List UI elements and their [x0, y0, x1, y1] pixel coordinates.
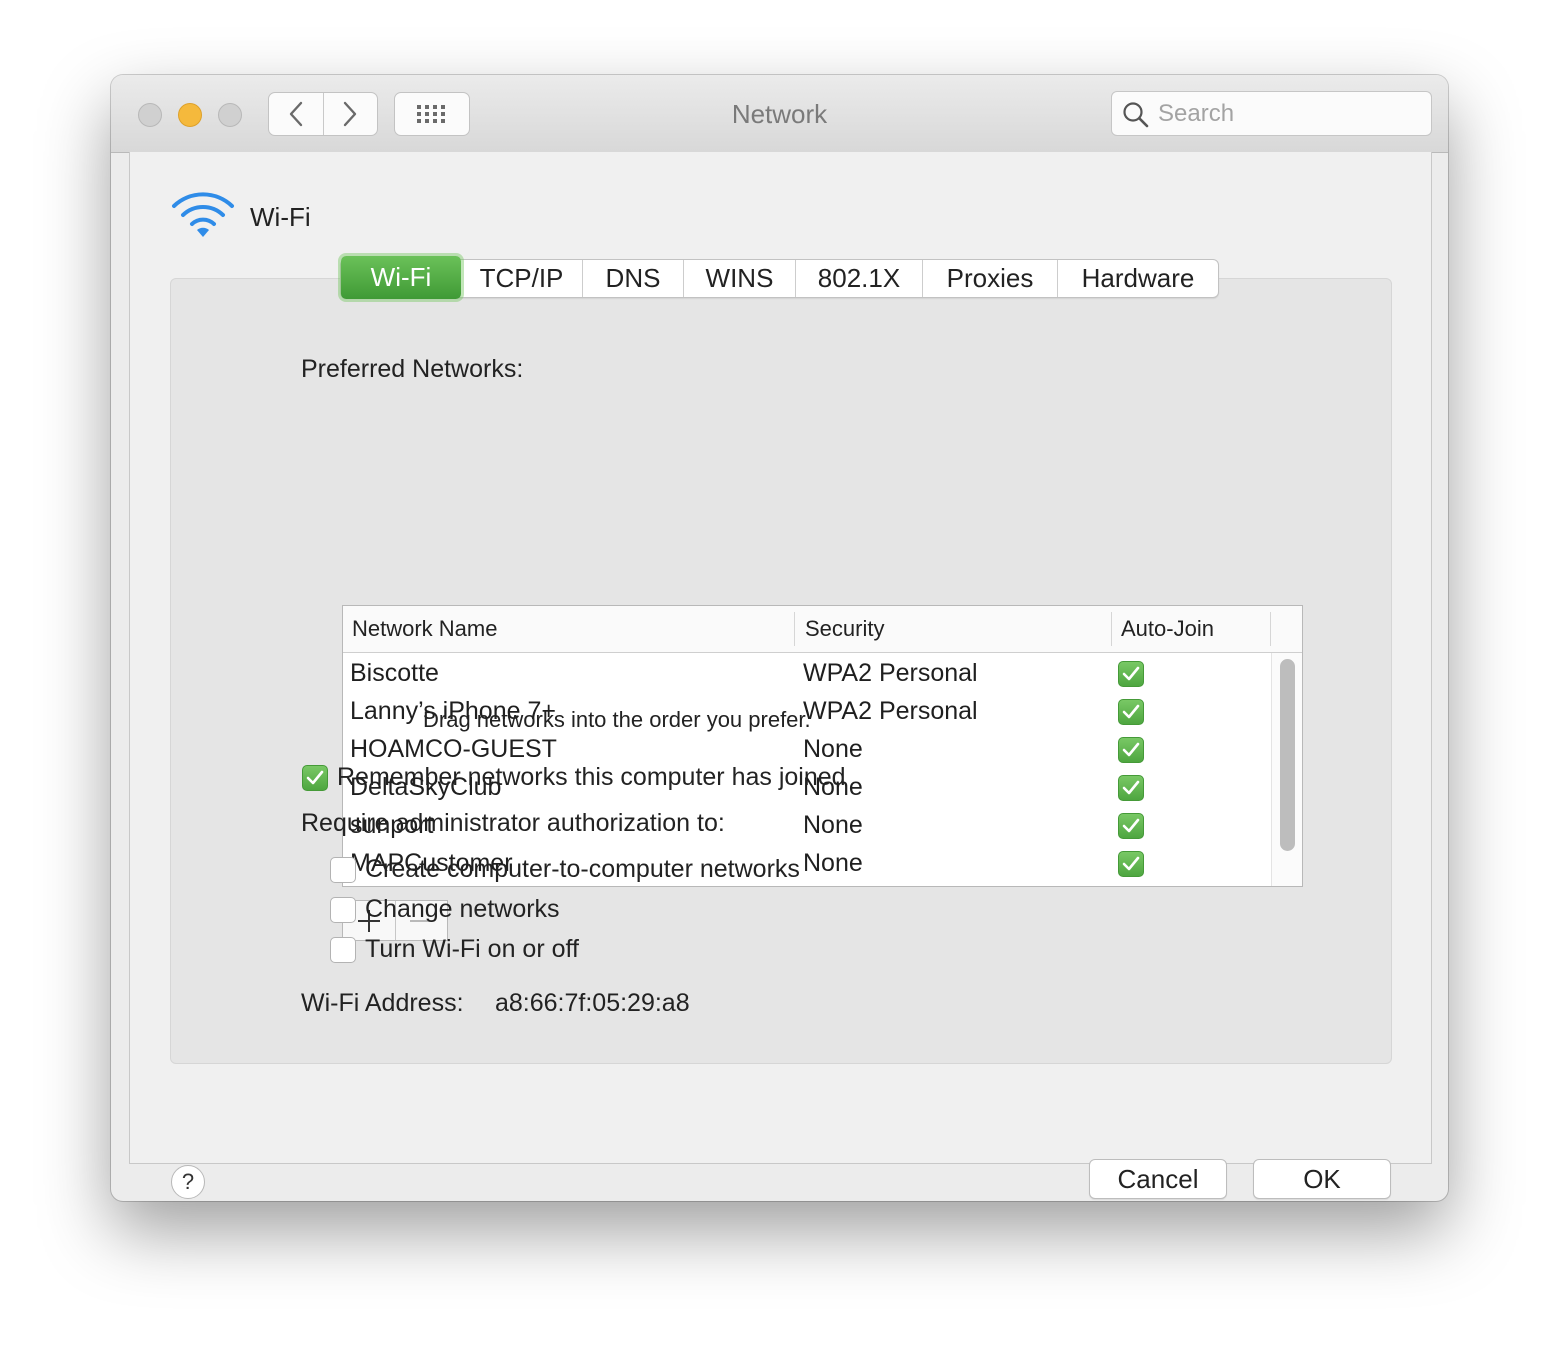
wifi-address-value: a8:66:7f:05:29:a8 — [495, 989, 690, 1017]
network-security: None — [803, 811, 863, 839]
preferred-networks-table[interactable]: Network Name Security Auto-Join Biscotte… — [342, 605, 1303, 887]
title-bar: Network Search — [111, 75, 1448, 153]
network-name: HOAMCO-GUEST — [350, 735, 557, 763]
search-placeholder: Search — [1158, 100, 1235, 127]
auto-join-checkbox[interactable] — [1118, 737, 1144, 763]
scrollbar-thumb[interactable] — [1280, 659, 1295, 851]
toggle-wifi-checkbox[interactable] — [330, 937, 356, 963]
tab-dns[interactable]: DNS — [583, 260, 684, 297]
column-divider — [1111, 612, 1112, 646]
search-icon — [1123, 102, 1149, 128]
change-networks-checkbox[interactable] — [330, 897, 356, 923]
column-security[interactable]: Security — [805, 616, 884, 642]
checkmark-icon — [1122, 818, 1140, 833]
preferred-networks-label: Preferred Networks: — [301, 355, 524, 383]
create-networks-label[interactable]: Create computer-to-computer networks — [365, 855, 800, 884]
wifi-settings-sheet: Wi-Fi Preferred Networks: Network Name S… — [129, 152, 1432, 1199]
column-divider — [1270, 612, 1271, 646]
column-network-name[interactable]: Network Name — [352, 616, 497, 642]
column-auto-join[interactable]: Auto-Join — [1121, 616, 1214, 642]
checkmark-icon — [1122, 666, 1140, 681]
tab-tcpip[interactable]: TCP/IP — [461, 260, 583, 297]
auto-join-checkbox[interactable] — [1118, 851, 1144, 877]
checkmark-icon — [306, 770, 324, 785]
auto-join-checkbox[interactable] — [1118, 775, 1144, 801]
table-header: Network Name Security Auto-Join — [343, 606, 1302, 653]
network-security: None — [803, 849, 863, 877]
toggle-wifi-label[interactable]: Turn Wi-Fi on or off — [365, 935, 579, 964]
tab-8021x[interactable]: 802.1X — [796, 260, 923, 297]
tab-wins[interactable]: WINS — [684, 260, 796, 297]
network-name: Biscotte — [350, 659, 439, 687]
checkmark-icon — [1122, 742, 1140, 757]
table-row[interactable]: Biscotte WPA2 Personal — [343, 655, 1271, 693]
search-field[interactable]: Search — [1111, 91, 1432, 136]
checkmark-icon — [1122, 856, 1140, 871]
network-security: WPA2 Personal — [803, 659, 978, 687]
network-security: None — [803, 735, 863, 763]
cancel-button[interactable]: Cancel — [1089, 1159, 1227, 1199]
network-security: WPA2 Personal — [803, 697, 978, 725]
ok-button[interactable]: OK — [1253, 1159, 1391, 1199]
tab-wifi[interactable]: Wi-Fi — [341, 256, 461, 299]
settings-panel: Preferred Networks: Network Name Securit… — [170, 278, 1392, 1064]
help-button[interactable]: ? — [171, 1165, 205, 1199]
tab-proxies[interactable]: Proxies — [923, 260, 1058, 297]
wifi-address-label: Wi-Fi Address: — [301, 989, 464, 1017]
checkmark-icon — [1122, 780, 1140, 795]
table-scrollbar[interactable] — [1271, 653, 1302, 886]
auto-join-checkbox[interactable] — [1118, 661, 1144, 687]
remember-networks-label[interactable]: Remember networks this computer has join… — [337, 763, 846, 792]
service-name: Wi-Fi — [250, 202, 311, 232]
change-networks-label[interactable]: Change networks — [365, 895, 560, 924]
drag-hint: Drag networks into the order you prefer. — [423, 707, 811, 732]
checkmark-icon — [1122, 704, 1140, 719]
wifi-icon — [172, 192, 234, 237]
tab-bar: Wi-Fi TCP/IP DNS WINS 802.1X Proxies Har… — [340, 256, 1219, 299]
network-window: Network Search Wi-Fi Preferred Networks:… — [111, 75, 1448, 1201]
auto-join-checkbox[interactable] — [1118, 699, 1144, 725]
tab-hardware[interactable]: Hardware — [1058, 260, 1218, 297]
create-networks-checkbox[interactable] — [330, 857, 356, 883]
column-divider — [794, 612, 795, 646]
remember-networks-checkbox[interactable] — [302, 765, 328, 791]
auto-join-checkbox[interactable] — [1118, 813, 1144, 839]
require-admin-label: Require administrator authorization to: — [301, 809, 725, 837]
